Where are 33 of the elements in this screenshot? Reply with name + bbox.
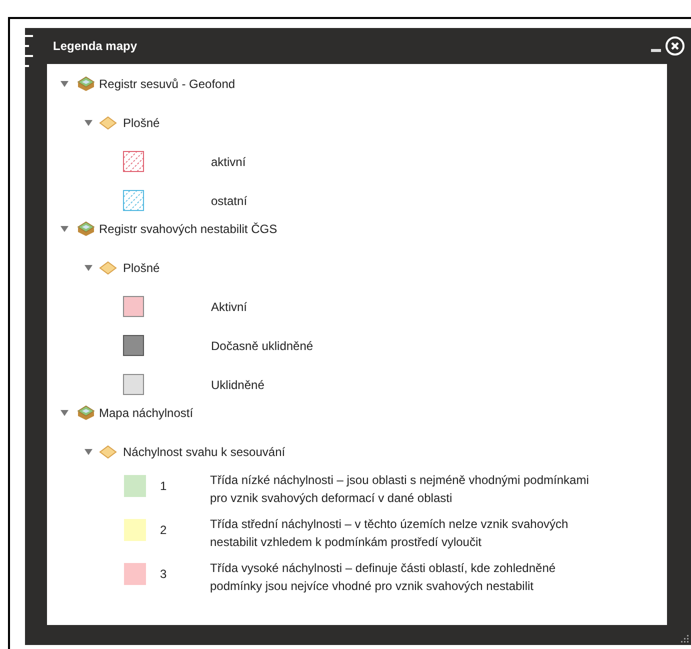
expanded-triangle-icon[interactable] (84, 447, 92, 456)
expanded-triangle-icon[interactable] (60, 224, 68, 233)
diamond-icon (99, 444, 117, 458)
layer-icon (77, 76, 95, 92)
window-title: Legenda mapy (53, 38, 138, 55)
legend-label: Třída střední náchylnosti – v těchto územích nelze vznik svahových nestabilit vzhledem k podmínkám prostředí vyloučit (210, 516, 570, 551)
expanded-triangle-icon[interactable] (84, 118, 92, 127)
legend-label: Aktivní (211, 298, 248, 316)
minimize-icon[interactable] (651, 49, 661, 53)
diamond-icon (99, 116, 117, 130)
class-number: 2 (160, 522, 168, 539)
diamond-icon (99, 260, 117, 274)
layer-icon (77, 404, 95, 420)
expanded-triangle-icon[interactable] (60, 79, 68, 88)
legend-label: aktivní (211, 154, 246, 170)
legend-label: ostatní (211, 192, 248, 210)
class-number: 1 (160, 478, 168, 495)
layer-name[interactable]: Registr sesuvů - Geofond (99, 74, 236, 92)
legend-label: Třída vysoké náchylnosti – definuje části oblastí, kde zohledněné podmínky jsou nejvíce vhodné pro vznik svahových nestabilit (210, 560, 557, 595)
sublayer-name[interactable]: Plošné (123, 258, 160, 276)
legend-label: Uklidněné (211, 376, 264, 394)
resize-grip-icon[interactable] (681, 635, 689, 643)
legend-label: Dočasně uklidněné (211, 338, 314, 354)
sublayer-name[interactable]: Plošné (123, 114, 160, 132)
sublayer-name[interactable]: Náchylnost svahu k sesouvání (123, 442, 286, 460)
expanded-triangle-icon[interactable] (84, 263, 92, 272)
expanded-triangle-icon[interactable] (60, 408, 68, 417)
close-icon[interactable] (665, 36, 685, 56)
layer-icon (77, 220, 95, 236)
layer-name[interactable]: Mapa náchylností (99, 404, 194, 422)
legend-label: Třída nízké náchylnosti – jsou oblasti s nejméně vhodnými podmínkami pro vznik svahových deformací v dané oblasti (210, 472, 590, 507)
class-number: 3 (160, 566, 168, 583)
layer-name[interactable]: Registr svahových nestabilit ČGS (99, 220, 278, 238)
